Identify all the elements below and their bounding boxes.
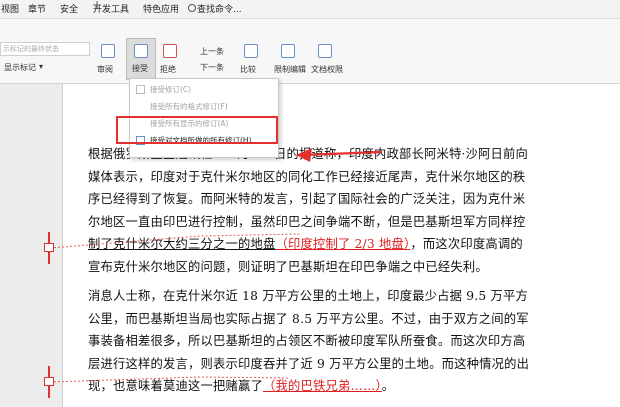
revision-marker-icon xyxy=(44,243,54,252)
revision-connectors xyxy=(49,148,383,383)
revision-marker-icon xyxy=(44,377,54,386)
highlight-box xyxy=(116,116,278,144)
accept-revision-icon xyxy=(136,85,145,94)
menu-accept-format-revisions[interactable]: 接受所有的格式修订(F) xyxy=(150,101,228,112)
menu-accept-revision[interactable]: 接受修订(C) xyxy=(150,84,191,95)
